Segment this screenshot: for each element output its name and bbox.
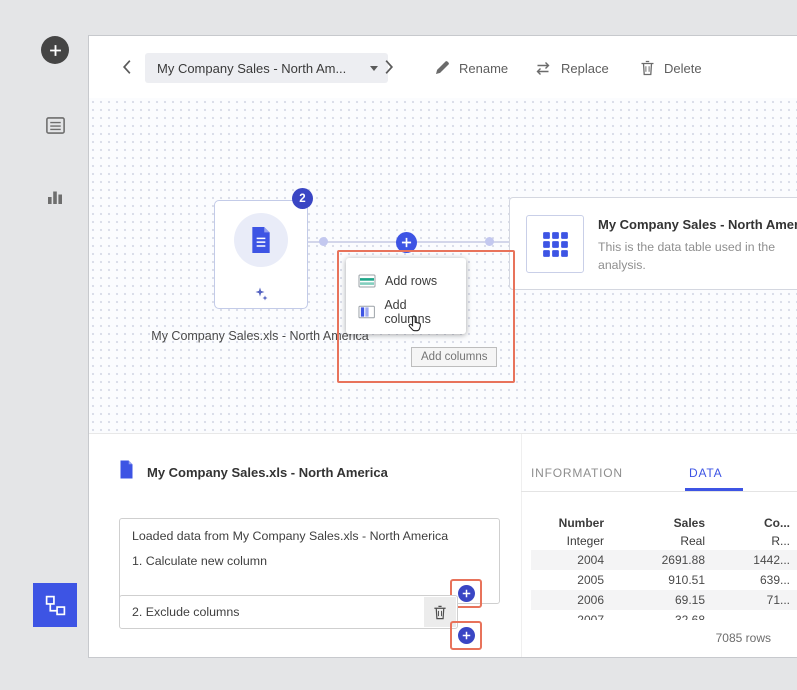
- chevron-right-icon: [381, 59, 397, 75]
- row-count: 7085 rows: [716, 631, 771, 645]
- table-type-row: Integer Real R...: [531, 532, 797, 550]
- plus-icon: [462, 631, 471, 640]
- column-name: Number: [531, 516, 608, 530]
- table-grid-icon: [542, 231, 569, 258]
- table-node-title: My Company Sales - North America: [598, 217, 797, 232]
- insert-step-button-2[interactable]: [458, 627, 475, 644]
- step-calculate-column: 1. Calculate new column: [132, 553, 469, 570]
- source-file-node[interactable]: [214, 200, 308, 309]
- cell: 2007: [531, 613, 608, 620]
- dataset-selector-value: My Company Sales - North Am...: [157, 61, 362, 76]
- column-name: Sales: [608, 516, 708, 530]
- table-row: 2005 910.51 639...: [531, 570, 797, 590]
- pencil-icon: [434, 60, 450, 76]
- previous-source-button[interactable]: [119, 59, 135, 75]
- source-node-avatar: [234, 213, 288, 267]
- step-exclude-label: 2. Exclude columns: [132, 605, 424, 619]
- cell: 2005: [531, 573, 608, 587]
- trash-icon: [640, 60, 655, 76]
- caret-down-icon: [370, 66, 378, 71]
- details-panel: My Company Sales.xls - North America Loa…: [89, 433, 797, 657]
- data-preview-table: Number Sales Co... Integer Real R... 200…: [531, 514, 797, 620]
- step-card-loaded-data[interactable]: Loaded data from My Company Sales.xls - …: [119, 518, 500, 604]
- menu-item-add-columns[interactable]: Add columns: [346, 296, 466, 327]
- trash-icon: [433, 605, 447, 620]
- source-panel-title: My Company Sales.xls - North America: [147, 465, 388, 480]
- add-columns-tooltip: Add columns: [411, 347, 497, 367]
- add-rows-icon: [358, 274, 376, 288]
- connection-port: [319, 237, 328, 246]
- step-card-exclude-columns[interactable]: 2. Exclude columns: [119, 595, 458, 629]
- rename-button[interactable]: Rename: [434, 51, 508, 85]
- cell: 639...: [708, 573, 794, 587]
- data-table-node[interactable]: My Company Sales - North America This is…: [509, 197, 797, 290]
- add-content-button[interactable]: [41, 36, 69, 64]
- add-columns-icon: [358, 305, 375, 319]
- sidebar-item-visualizations[interactable]: [44, 186, 66, 208]
- document-icon: [119, 460, 134, 479]
- cell: 32.68: [608, 613, 708, 620]
- dataset-selector[interactable]: My Company Sales - North Am...: [145, 53, 388, 83]
- tab-divider: [521, 491, 797, 492]
- menu-item-label: Add rows: [385, 274, 437, 288]
- bar-chart-icon: [45, 187, 65, 207]
- table-row: 2006 69.15 71...: [531, 590, 797, 610]
- connection-port: [485, 237, 494, 246]
- data-canvas: My Company Sales.xls - North America 2: [89, 98, 797, 433]
- document-icon: [250, 227, 272, 253]
- panel-divider: [521, 434, 522, 657]
- menu-item-add-rows[interactable]: Add rows: [346, 265, 466, 296]
- cell: 2691.88: [608, 553, 708, 567]
- data-canvas-icon: [44, 594, 67, 617]
- cell: 2004: [531, 553, 608, 567]
- transformation-count-badge: 2: [292, 188, 313, 209]
- tab-data[interactable]: DATA: [689, 466, 722, 480]
- cursor-icon: [407, 314, 424, 334]
- plus-icon: [462, 589, 471, 598]
- sidebar-item-data-canvas[interactable]: [33, 583, 77, 627]
- column-name: Co...: [708, 516, 794, 530]
- plus-icon: [49, 44, 62, 57]
- cell: 69.15: [608, 593, 708, 607]
- delete-label: Delete: [664, 61, 702, 76]
- table-node-description: This is the data table used in the analy…: [598, 239, 794, 275]
- plus-icon: [401, 237, 412, 248]
- transformations-icon: [253, 286, 269, 302]
- cell: 910.51: [608, 573, 708, 587]
- insert-step-button-1[interactable]: [458, 585, 475, 602]
- add-transformation-button[interactable]: [396, 232, 417, 253]
- cell: 2006: [531, 593, 608, 607]
- delete-button[interactable]: Delete: [640, 51, 702, 85]
- table-row: 2007 32.68: [531, 610, 797, 620]
- table-header-row: Number Sales Co...: [531, 514, 797, 532]
- chevron-left-icon: [119, 59, 135, 75]
- canvas-toolbar: My Company Sales - North Am... Rename Re…: [89, 36, 797, 98]
- table-node-avatar: [526, 215, 584, 273]
- swap-icon: [534, 61, 552, 76]
- column-type: Real: [608, 534, 708, 548]
- column-type: R...: [708, 534, 794, 548]
- data-canvas-panel: My Company Sales - North Am... Rename Re…: [88, 35, 797, 658]
- tab-information[interactable]: INFORMATION: [531, 466, 623, 480]
- replace-button[interactable]: Replace: [534, 51, 609, 85]
- table-row: 2004 2691.88 1442...: [531, 550, 797, 570]
- next-source-button[interactable]: [381, 59, 397, 75]
- add-context-menu: Add rows Add columns: [346, 258, 466, 334]
- cell: 1442...: [708, 553, 794, 567]
- cell: 71...: [708, 593, 794, 607]
- rename-label: Rename: [459, 61, 508, 76]
- column-type: Integer: [531, 534, 608, 548]
- left-sidebar: [0, 0, 88, 690]
- insert-step-highlight-2: [450, 621, 482, 650]
- sidebar-item-data[interactable]: [44, 114, 66, 136]
- step-loaded-text: Loaded data from My Company Sales.xls - …: [132, 528, 469, 545]
- data-list-icon: [45, 115, 66, 136]
- replace-label: Replace: [561, 61, 609, 76]
